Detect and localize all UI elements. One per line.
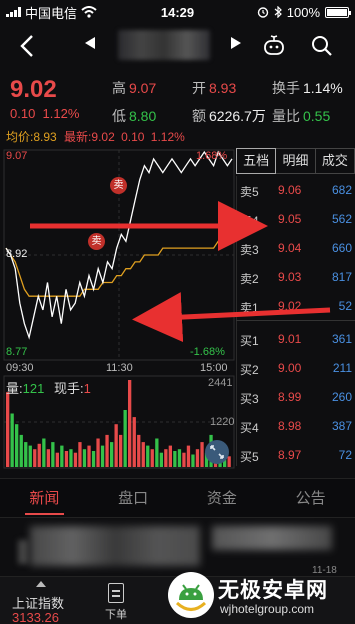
annotation-arrow-left: [132, 292, 331, 343]
tab-funds[interactable]: 资金: [178, 479, 267, 517]
index-value: 3133.26: [12, 610, 59, 624]
info-tabs: 新闻 盘口 资金 公告: [0, 478, 355, 518]
watermark-url: wjhotelgroup.com: [220, 602, 315, 616]
news-headline-blurred[interactable]: [30, 526, 200, 566]
order-doc-icon: [108, 583, 124, 603]
tab-news[interactable]: 新闻: [0, 479, 89, 517]
tab-order-book[interactable]: 盘口: [89, 479, 178, 517]
watermark: 无极安卓网 wjhotelgroup.com: [160, 566, 355, 624]
news-thumb-blurred: [18, 540, 28, 564]
news-headline-blurred-2: [212, 526, 332, 550]
place-order-button[interactable]: 下单: [100, 583, 132, 623]
order-label: 下单: [105, 609, 127, 621]
expand-up-icon[interactable]: [36, 581, 46, 587]
watermark-text: 无极安卓网: [218, 579, 328, 602]
tab-announcements[interactable]: 公告: [266, 479, 355, 517]
android-logo-icon: [168, 572, 214, 618]
